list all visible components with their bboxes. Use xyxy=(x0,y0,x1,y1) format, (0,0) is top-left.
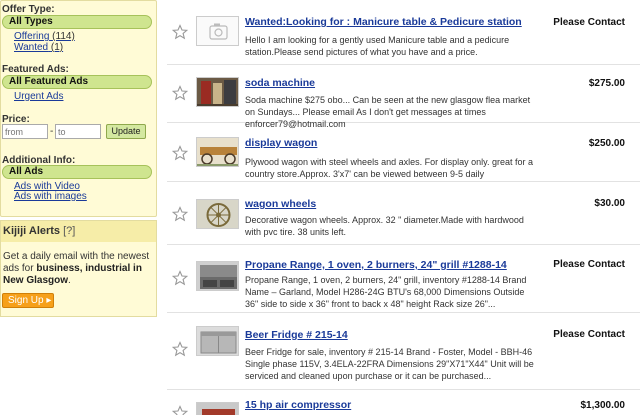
additional-info-all-ads[interactable]: All Ads xyxy=(2,165,152,179)
listing-price: $250.00 xyxy=(588,138,625,149)
offer-type-heading: Offer Type: xyxy=(2,4,55,15)
offering-count: (114) xyxy=(52,31,75,42)
camera-placeholder-icon[interactable] xyxy=(196,16,239,46)
listing-description: Beer Fridge for sale, inventory # 215-14… xyxy=(245,347,534,381)
star-icon[interactable] xyxy=(172,24,188,40)
featured-ads-all[interactable]: All Featured Ads xyxy=(2,75,152,89)
list-item[interactable]: Wanted:Looking for : Manicure table & Pe… xyxy=(167,0,640,65)
signup-label: Sign Up xyxy=(8,295,44,306)
listings-list: Wanted:Looking for : Manicure table & Pe… xyxy=(167,0,640,415)
offering-label: Offering xyxy=(14,31,50,42)
listing-title[interactable]: wagon wheels xyxy=(245,198,316,210)
list-item[interactable]: 15 hp air compressor $1,300.00 xyxy=(167,390,640,415)
listing-thumbnail[interactable] xyxy=(196,77,239,107)
signup-button[interactable]: Sign Up ▸ xyxy=(2,293,54,308)
list-item[interactable]: Beer Fridge # 215-14 Beer Fridge for sal… xyxy=(167,313,640,390)
star-icon[interactable] xyxy=(172,85,188,101)
listing-description: Hello I am looking for a gently used Man… xyxy=(245,35,510,57)
alerts-description: Get a daily email with the newest ads fo… xyxy=(3,251,153,287)
listing-price: Please Contact xyxy=(553,329,625,340)
kijiji-alerts-panel: Kijiji Alerts [?] Get a daily email with… xyxy=(0,220,157,317)
star-icon[interactable] xyxy=(172,341,188,357)
listing-title[interactable]: Wanted:Looking for : Manicure table & Pe… xyxy=(245,16,522,28)
signup-arrow-icon: ▸ xyxy=(46,295,52,306)
listing-price: $1,300.00 xyxy=(580,400,626,411)
listing-title[interactable]: display wagon xyxy=(245,137,317,149)
listing-price: $30.00 xyxy=(594,198,625,209)
listing-thumbnail[interactable] xyxy=(196,261,239,291)
star-icon[interactable] xyxy=(172,270,188,286)
listing-description: Decorative wagon wheels. Approx. 32 " di… xyxy=(245,215,524,237)
offer-type-all-types[interactable]: All Types xyxy=(2,15,152,29)
star-icon[interactable] xyxy=(172,145,188,161)
listing-title[interactable]: 15 hp air compressor xyxy=(245,399,351,411)
listing-price: Please Contact xyxy=(553,17,625,28)
price-separator: - xyxy=(50,126,54,137)
offer-type-offering-link[interactable]: Offering (114) xyxy=(14,31,75,42)
listing-description: Plywood wagon with steel wheels and axle… xyxy=(245,157,533,179)
star-icon[interactable] xyxy=(172,405,188,415)
star-icon[interactable] xyxy=(172,206,188,222)
alerts-help-link[interactable]: [?] xyxy=(63,225,75,237)
listing-title[interactable]: soda machine xyxy=(245,77,315,89)
alerts-title: Kijiji Alerts [?] xyxy=(3,225,75,237)
list-item[interactable]: display wagon Plywood wagon with steel w… xyxy=(167,123,640,182)
ads-with-images-link[interactable]: Ads with images xyxy=(14,191,87,202)
listing-thumbnail[interactable] xyxy=(196,326,239,356)
alerts-text-after: . xyxy=(68,275,71,286)
alerts-header: Kijiji Alerts [?] xyxy=(1,221,156,242)
alerts-title-text: Kijiji Alerts xyxy=(3,225,61,237)
filter-panel: Offer Type: All Types Offering (114) Wan… xyxy=(0,0,157,217)
list-item[interactable]: Propane Range, 1 oven, 2 burners, 24" gr… xyxy=(167,245,640,313)
price-from-input[interactable] xyxy=(2,124,48,139)
featured-ads-heading: Featured Ads: xyxy=(2,64,69,75)
listing-title[interactable]: Beer Fridge # 215-14 xyxy=(245,329,348,341)
list-item[interactable]: soda machine Soda machine $275 obo... Ca… xyxy=(167,65,640,129)
listing-price: Please Contact xyxy=(553,259,625,270)
price-to-input[interactable] xyxy=(55,124,101,139)
wanted-label: Wanted xyxy=(14,42,49,53)
listing-description: Propane Range, 1 oven, 2 burners, 24" gr… xyxy=(245,275,527,309)
listing-title[interactable]: Propane Range, 1 oven, 2 burners, 24" gr… xyxy=(245,259,507,271)
price-update-button[interactable]: Update xyxy=(106,124,146,139)
filter-sidebar: Offer Type: All Types Offering (114) Wan… xyxy=(0,0,157,317)
list-item[interactable]: wagon wheels Decorative wagon wheels. Ap… xyxy=(167,182,640,245)
listing-thumbnail[interactable] xyxy=(196,199,239,229)
listing-price: $275.00 xyxy=(588,78,625,89)
urgent-ads-link[interactable]: Urgent Ads xyxy=(14,91,63,102)
wanted-count: (1) xyxy=(50,42,64,53)
listing-thumbnail[interactable] xyxy=(196,137,239,167)
price-filter: - Update xyxy=(2,124,152,140)
listing-thumbnail[interactable] xyxy=(196,402,239,415)
offer-type-wanted-link[interactable]: Wanted (1) xyxy=(14,42,63,53)
